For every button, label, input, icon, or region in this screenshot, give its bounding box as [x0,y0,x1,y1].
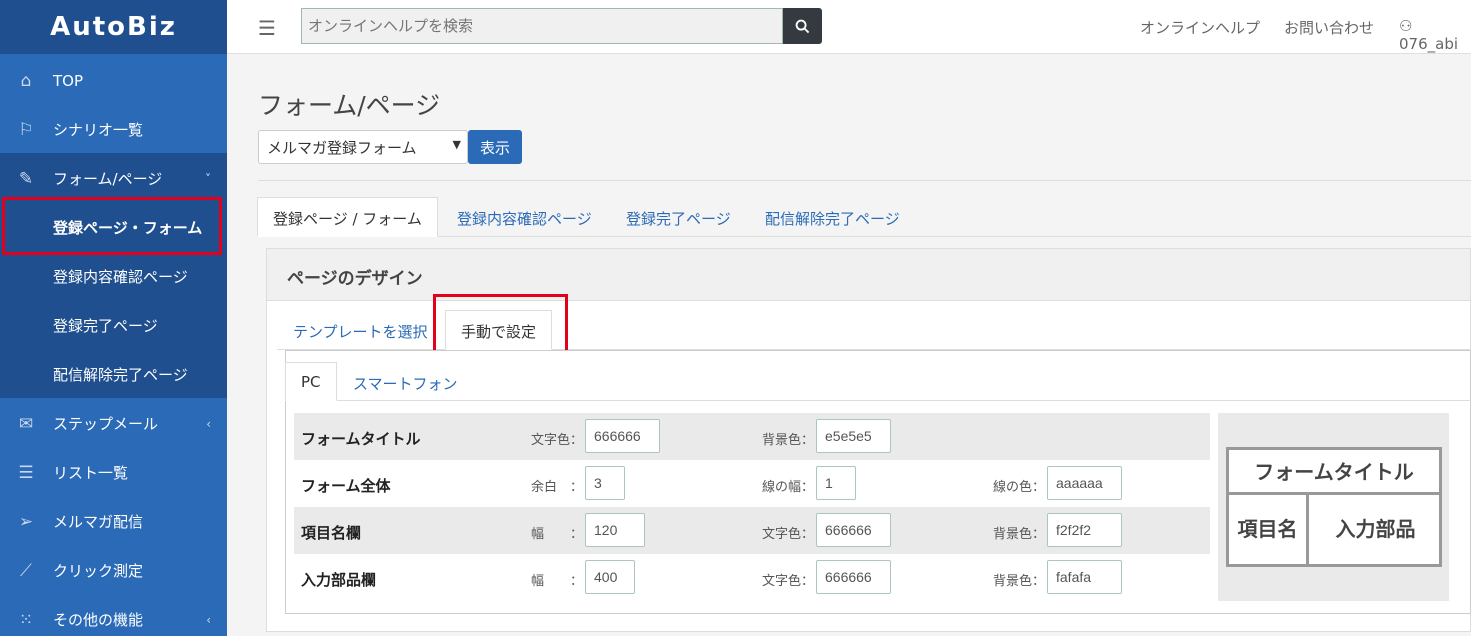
search-button[interactable] [783,8,822,44]
padding-label: 余白 ： [531,480,584,495]
text-color-label: 文字色： [531,433,584,448]
search-input[interactable] [301,8,783,44]
border-width-input[interactable] [816,466,856,500]
title-text-color-input[interactable] [585,419,660,453]
bg-color-label: 背景色： [993,574,1046,589]
border-color-label: 線の色： [993,480,1046,495]
sidebar-subitem-label: 登録内容確認ページ [53,268,188,286]
grid-icon: ⁙ [18,609,34,630]
user-name: 076_abi [1399,35,1459,53]
tab-registration-form[interactable]: 登録ページ / フォーム [257,197,438,237]
row-label: 入力部品欄 [301,571,377,589]
preview-item-name: 項目名 [1229,495,1309,564]
border-width-label: 線の幅： [762,480,815,495]
tab-confirm-page[interactable]: 登録内容確認ページ [457,208,592,229]
show-button[interactable]: 表示 [468,130,522,164]
text-color-label: 文字色： [762,527,815,542]
autobiz-logo[interactable]: AutoBiz [0,0,227,54]
preview-input-part: 入力部品 [1335,517,1416,541]
sidebar: AutoBiz ⌂ TOP ⚐ シナリオ一覧 ✎ フォーム/ページ ˅ 登録ペー… [0,0,227,636]
home-icon: ⌂ [20,70,32,91]
sidebar-subitem-label: 登録完了ページ [53,317,158,335]
form-select-value: メルマガ登録フォーム [267,139,417,157]
sidebar-item-label: TOP [53,71,84,90]
row-item-name: 項目名欄 幅 ： 文字色： 背景色： [294,507,1210,554]
padding-input[interactable] [585,466,625,500]
row-label: フォームタイトル [301,430,421,448]
preview-form-title: フォームタイトル [1229,450,1439,495]
user-icon: ⚇ [1399,17,1413,35]
sidebar-item-other-functions[interactable]: ⁙ その他の機能 ‹ [0,595,227,636]
tab-unsubscribe-page[interactable]: 配信解除完了ページ [765,208,900,229]
sidebar-item-forms[interactable]: ✎ フォーム/ページ ˅ [0,154,227,203]
input-bg-color-input[interactable] [1047,560,1122,594]
row-input-part: 入力部品欄 幅 ： 文字色： 背景色： [294,554,1210,601]
highlight-box-sidebar [2,197,222,255]
item-text-color-input[interactable] [816,513,891,547]
sidebar-item-newsletter[interactable]: ➢ メルマガ配信 [0,497,227,546]
sidebar-item-step-mail[interactable]: ✉ ステップメール ‹ [0,399,227,448]
border-color-input[interactable] [1047,466,1122,500]
sidebar-item-scenarios[interactable]: ⚐ シナリオ一覧 [0,105,227,154]
chart-icon: ⟋ [20,560,32,581]
send-icon: ➢ [18,511,34,532]
tabs-underline [258,236,1471,237]
list-icon: ☰ [18,462,34,483]
input-text-color-input[interactable] [816,560,891,594]
sidebar-item-click-tracking[interactable]: ⟋ クリック測定 [0,546,227,595]
contact-link[interactable]: お問い合わせ [1284,17,1374,38]
sidebar-subitem-complete-page[interactable]: 登録完了ページ [0,301,227,350]
width-label: 幅 ： [531,527,584,542]
tab-pc[interactable]: PC [285,362,337,401]
item-bg-color-input[interactable] [1047,513,1122,547]
text-color-label: 文字色： [762,574,815,589]
chevron-down-icon: ˅ [205,171,211,186]
envelope-icon: ✉ [18,413,34,434]
sidebar-item-label: ステップメール [53,415,159,433]
item-width-input[interactable] [585,513,645,547]
page-title: フォーム/ページ [258,91,441,120]
width-label: 幅 ： [531,574,584,589]
chevron-down-icon: ▼ [452,138,461,151]
sidebar-item-label: シナリオ一覧 [53,121,144,139]
hamburger-menu-icon[interactable]: ☰ [258,16,276,40]
title-bg-color-input[interactable] [816,419,891,453]
sidebar-item-label: リスト一覧 [53,464,129,482]
device-tabs-underline [286,400,1471,401]
form-preview: フォームタイトル 項目名 入力部品 [1226,447,1442,567]
tab-complete-page[interactable]: 登録完了ページ [626,208,731,229]
bg-color-label: 背景色： [762,433,815,448]
sidebar-subitem-confirm-page[interactable]: 登録内容確認ページ [0,252,227,301]
online-help-link[interactable]: オンラインヘルプ [1140,17,1260,38]
divider [258,180,1471,181]
sidebar-item-label: その他の機能 [53,611,144,629]
row-label: 項目名欄 [301,524,362,542]
sidebar-item-label: クリック測定 [53,562,144,580]
sidebar-item-top[interactable]: ⌂ TOP [0,56,227,105]
sidebar-item-lists[interactable]: ☰ リスト一覧 [0,448,227,497]
sidebar-subitem-unsubscribe-page[interactable]: 配信解除完了ページ [0,350,227,399]
sidebar-subitem-label: 配信解除完了ページ [53,366,188,384]
pen-icon: ✎ [18,168,34,189]
bg-color-label: 背景色： [993,527,1046,542]
search-icon [795,19,810,33]
row-form-title: フォームタイトル 文字色： 背景色： [294,413,1210,460]
chevron-left-icon: ‹ [206,416,211,431]
user-menu[interactable]: ⚇ 076_abi [1399,17,1471,53]
input-width-input[interactable] [585,560,635,594]
flag-icon: ⚐ [18,119,34,140]
chevron-left-icon: ‹ [206,612,211,627]
top-bar: ☰ オンラインヘルプ お問い合わせ ⚇ 076_abi [227,0,1471,54]
row-form-whole: フォーム全体 余白 ： 線の幅： 線の色： [294,460,1210,507]
row-label: フォーム全体 [301,477,391,495]
sidebar-item-label: フォーム/ページ [53,170,163,188]
tab-select-template[interactable]: テンプレートを選択 [293,321,428,342]
sidebar-item-label: メルマガ配信 [53,513,144,531]
tab-smartphone[interactable]: スマートフォン [353,373,458,394]
panel-title: ページのデザイン [287,269,423,289]
form-select[interactable]: メルマガ登録フォーム ▼ [258,130,468,164]
